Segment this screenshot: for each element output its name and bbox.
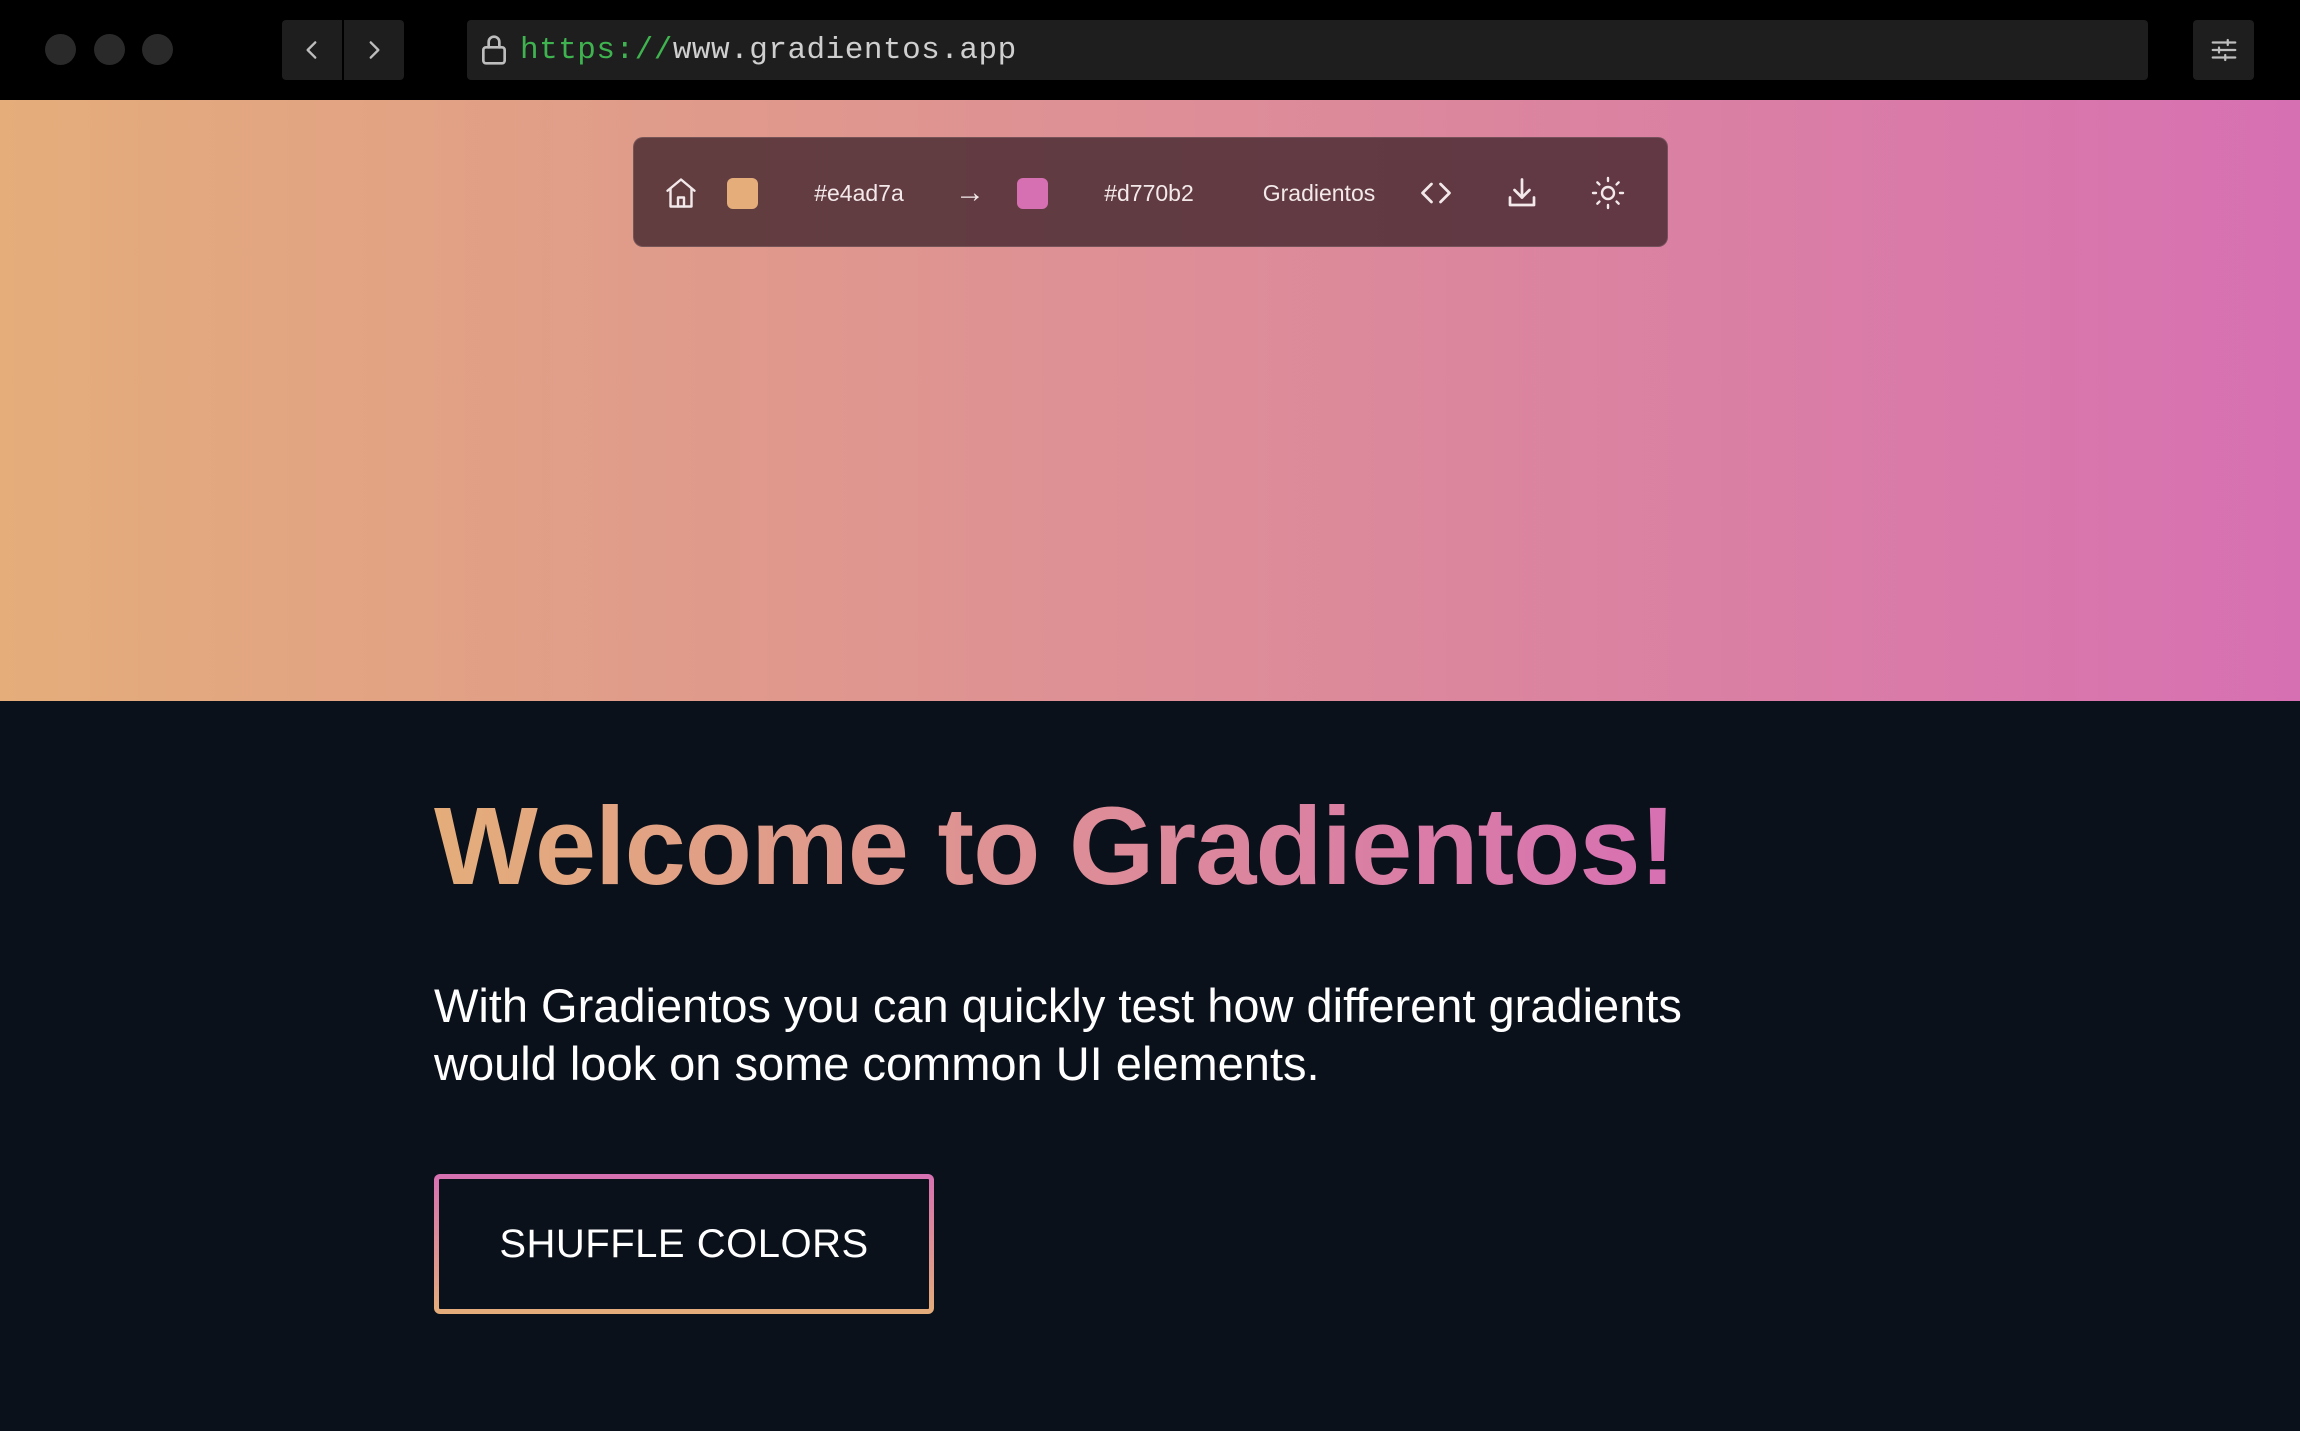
home-button[interactable] [654,138,708,248]
shuffle-colors-button[interactable]: SHUFFLE COLORS [434,1174,934,1314]
start-color-chip [726,177,758,209]
start-color-swatch[interactable] [718,138,766,248]
address-bar[interactable]: https://www.gradientos.app [467,20,2148,80]
url-host: www.gradientos.app [672,32,1017,68]
gradient-hero: #e4ad7a → #d770b2 Gradientos [0,100,2300,701]
browser-settings-button[interactable] [2193,20,2254,80]
home-icon [666,178,696,208]
end-color-hex[interactable]: #d770b2 [1074,138,1224,248]
gradient-toolbar: #e4ad7a → #d770b2 Gradientos [633,137,1668,247]
forward-button[interactable] [344,20,404,80]
main-content: Welcome to Gradientos! With Gradientos y… [0,701,2300,1431]
end-color-chip [1016,177,1048,209]
url-text: https://www.gradientos.app [520,33,1017,68]
back-button[interactable] [282,20,342,80]
brand-label[interactable]: Gradientos [1234,138,1404,248]
chevron-right-icon [369,41,380,59]
browser-chrome: https://www.gradientos.app [0,0,2300,100]
url-protocol: https:// [520,32,673,68]
sliders-icon [2211,38,2236,62]
arrow-right-icon: → [955,176,985,209]
start-color-hex[interactable]: #e4ad7a [784,138,934,248]
code-icon [1421,182,1451,204]
end-color-swatch[interactable] [1008,138,1056,248]
download-button[interactable] [1492,138,1552,248]
theme-toggle-button[interactable] [1578,138,1638,248]
sun-icon [1591,176,1625,210]
chevron-left-icon [306,41,317,59]
window-maximize-dot[interactable] [142,34,173,65]
intro-text: With Gradientos you can quickly test how… [434,979,1682,1090]
window-close-dot[interactable] [45,34,76,65]
download-icon [1508,178,1536,207]
code-button[interactable] [1406,138,1466,248]
lock-icon [482,35,506,65]
page-title: Welcome to Gradientos! [434,785,1676,908]
window-minimize-dot[interactable] [94,34,125,65]
